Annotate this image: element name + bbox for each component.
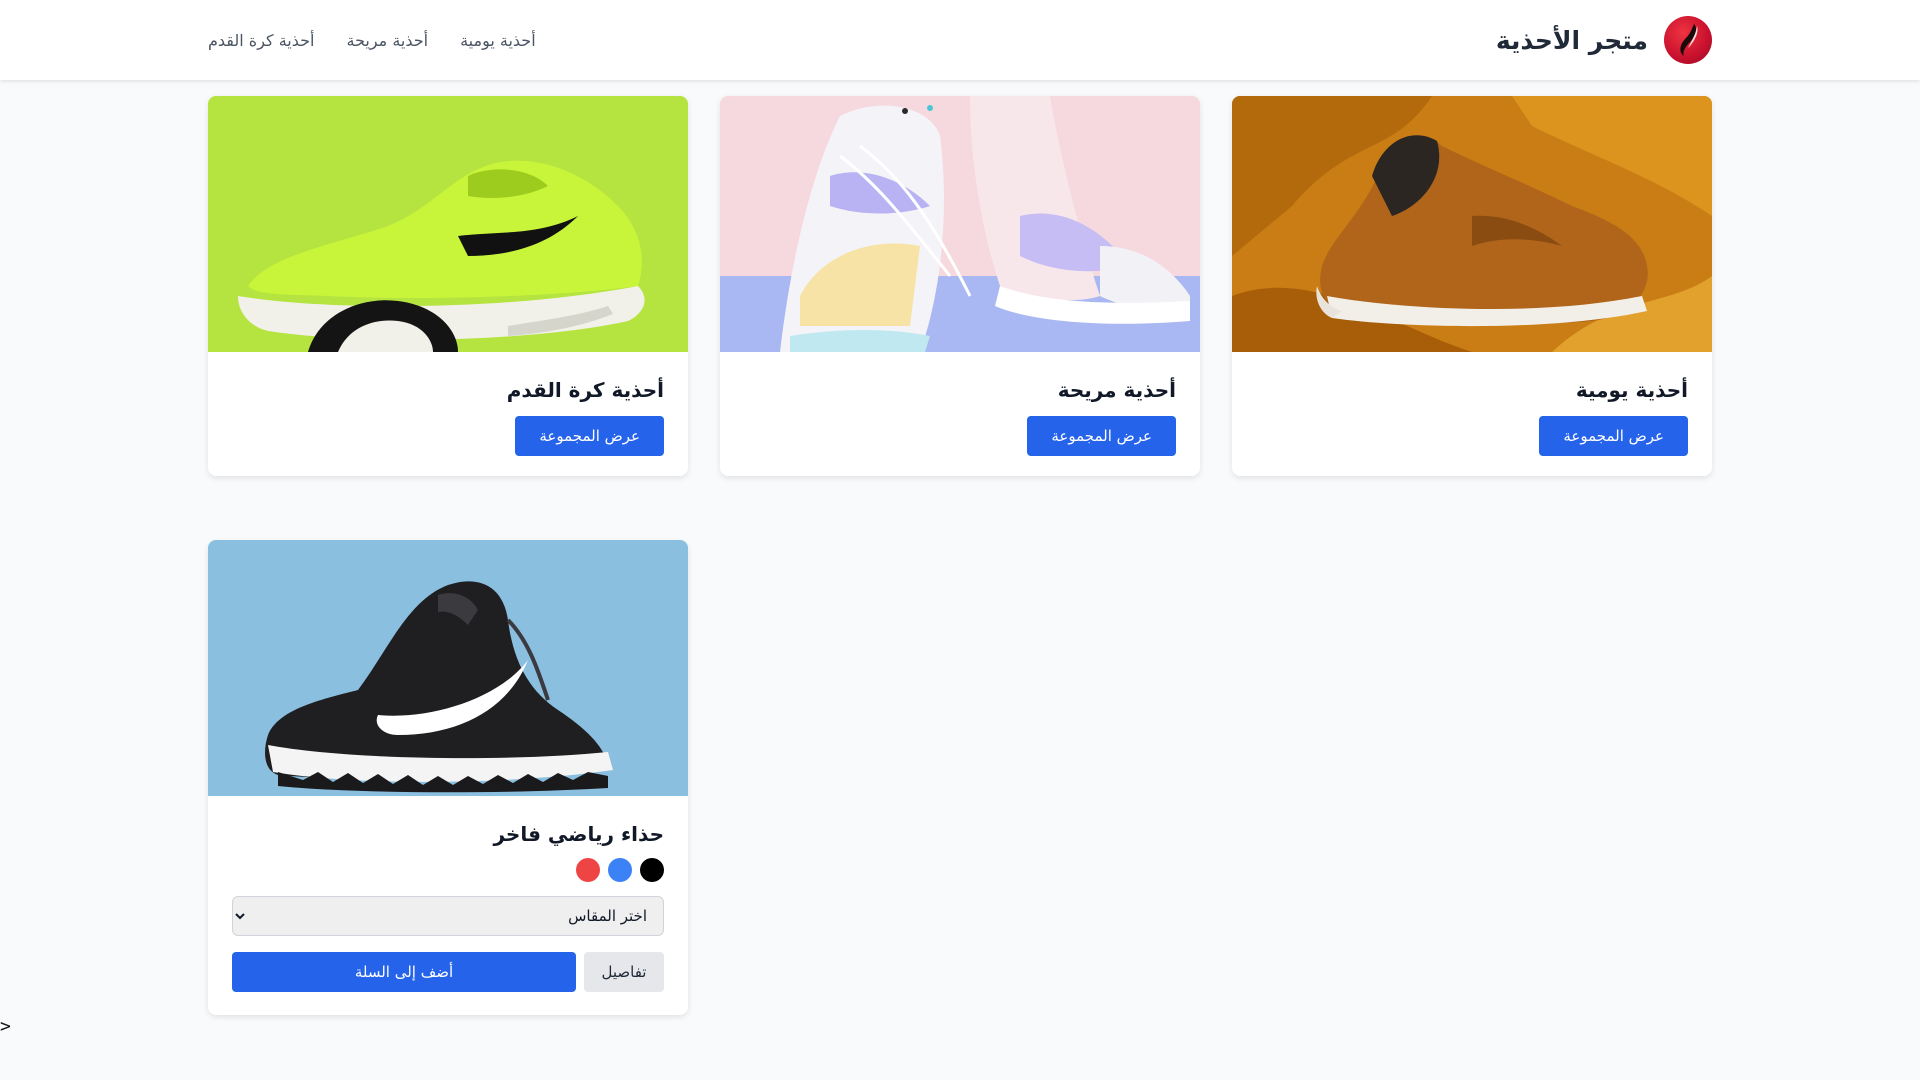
stray-text: > (0, 1016, 11, 1037)
collection-image (720, 96, 1200, 352)
brand-title: متجر الأحذية (1495, 25, 1648, 55)
color-swatch-red[interactable] (576, 858, 600, 882)
brand[interactable]: متجر الأحذية (1496, 16, 1712, 64)
collection-image (1232, 96, 1712, 352)
product-actions: تفاصيل أضف إلى السلة (232, 952, 664, 992)
add-to-cart-button[interactable]: أضف إلى السلة (232, 952, 576, 992)
collection-image (208, 96, 688, 352)
collection-card-football: أحذية كرة القدم عرض المجموعة (208, 96, 688, 476)
view-collection-button[interactable]: عرض المجموعة (1539, 416, 1688, 456)
product-image (208, 540, 688, 796)
collection-title: أحذية مريحة (1057, 378, 1176, 402)
collection-card-comfort: أحذية مريحة عرض المجموعة (720, 96, 1200, 476)
brand-logo-icon (1664, 16, 1712, 64)
color-swatch-black[interactable] (640, 858, 664, 882)
color-swatches (232, 858, 664, 882)
product-card: حذاء رياضي فاخر اختر المقاس تفاصيل أضف إ… (208, 540, 688, 1015)
collection-title: أحذية كرة القدم (506, 378, 664, 402)
main-nav: أحذية يومية أحذية مريحة أحذية كرة القدم (208, 31, 536, 50)
product-title: حذاء رياضي فاخر (493, 822, 664, 846)
nav-link-football[interactable]: أحذية كرة القدم (208, 31, 314, 50)
nav-link-casual[interactable]: أحذية يومية (460, 31, 536, 50)
nav-link-comfort[interactable]: أحذية مريحة (346, 31, 428, 50)
details-button[interactable]: تفاصيل (584, 952, 664, 992)
color-swatch-blue[interactable] (608, 858, 632, 882)
collection-title: أحذية يومية (1575, 378, 1688, 402)
top-header: متجر الأحذية أحذية يومية أحذية مريحة أحذ… (0, 0, 1920, 80)
view-collection-button[interactable]: عرض المجموعة (1027, 416, 1176, 456)
view-collection-button[interactable]: عرض المجموعة (515, 416, 664, 456)
collection-card-casual: أحذية يومية عرض المجموعة (1232, 96, 1712, 476)
size-select[interactable]: اختر المقاس (232, 896, 664, 936)
